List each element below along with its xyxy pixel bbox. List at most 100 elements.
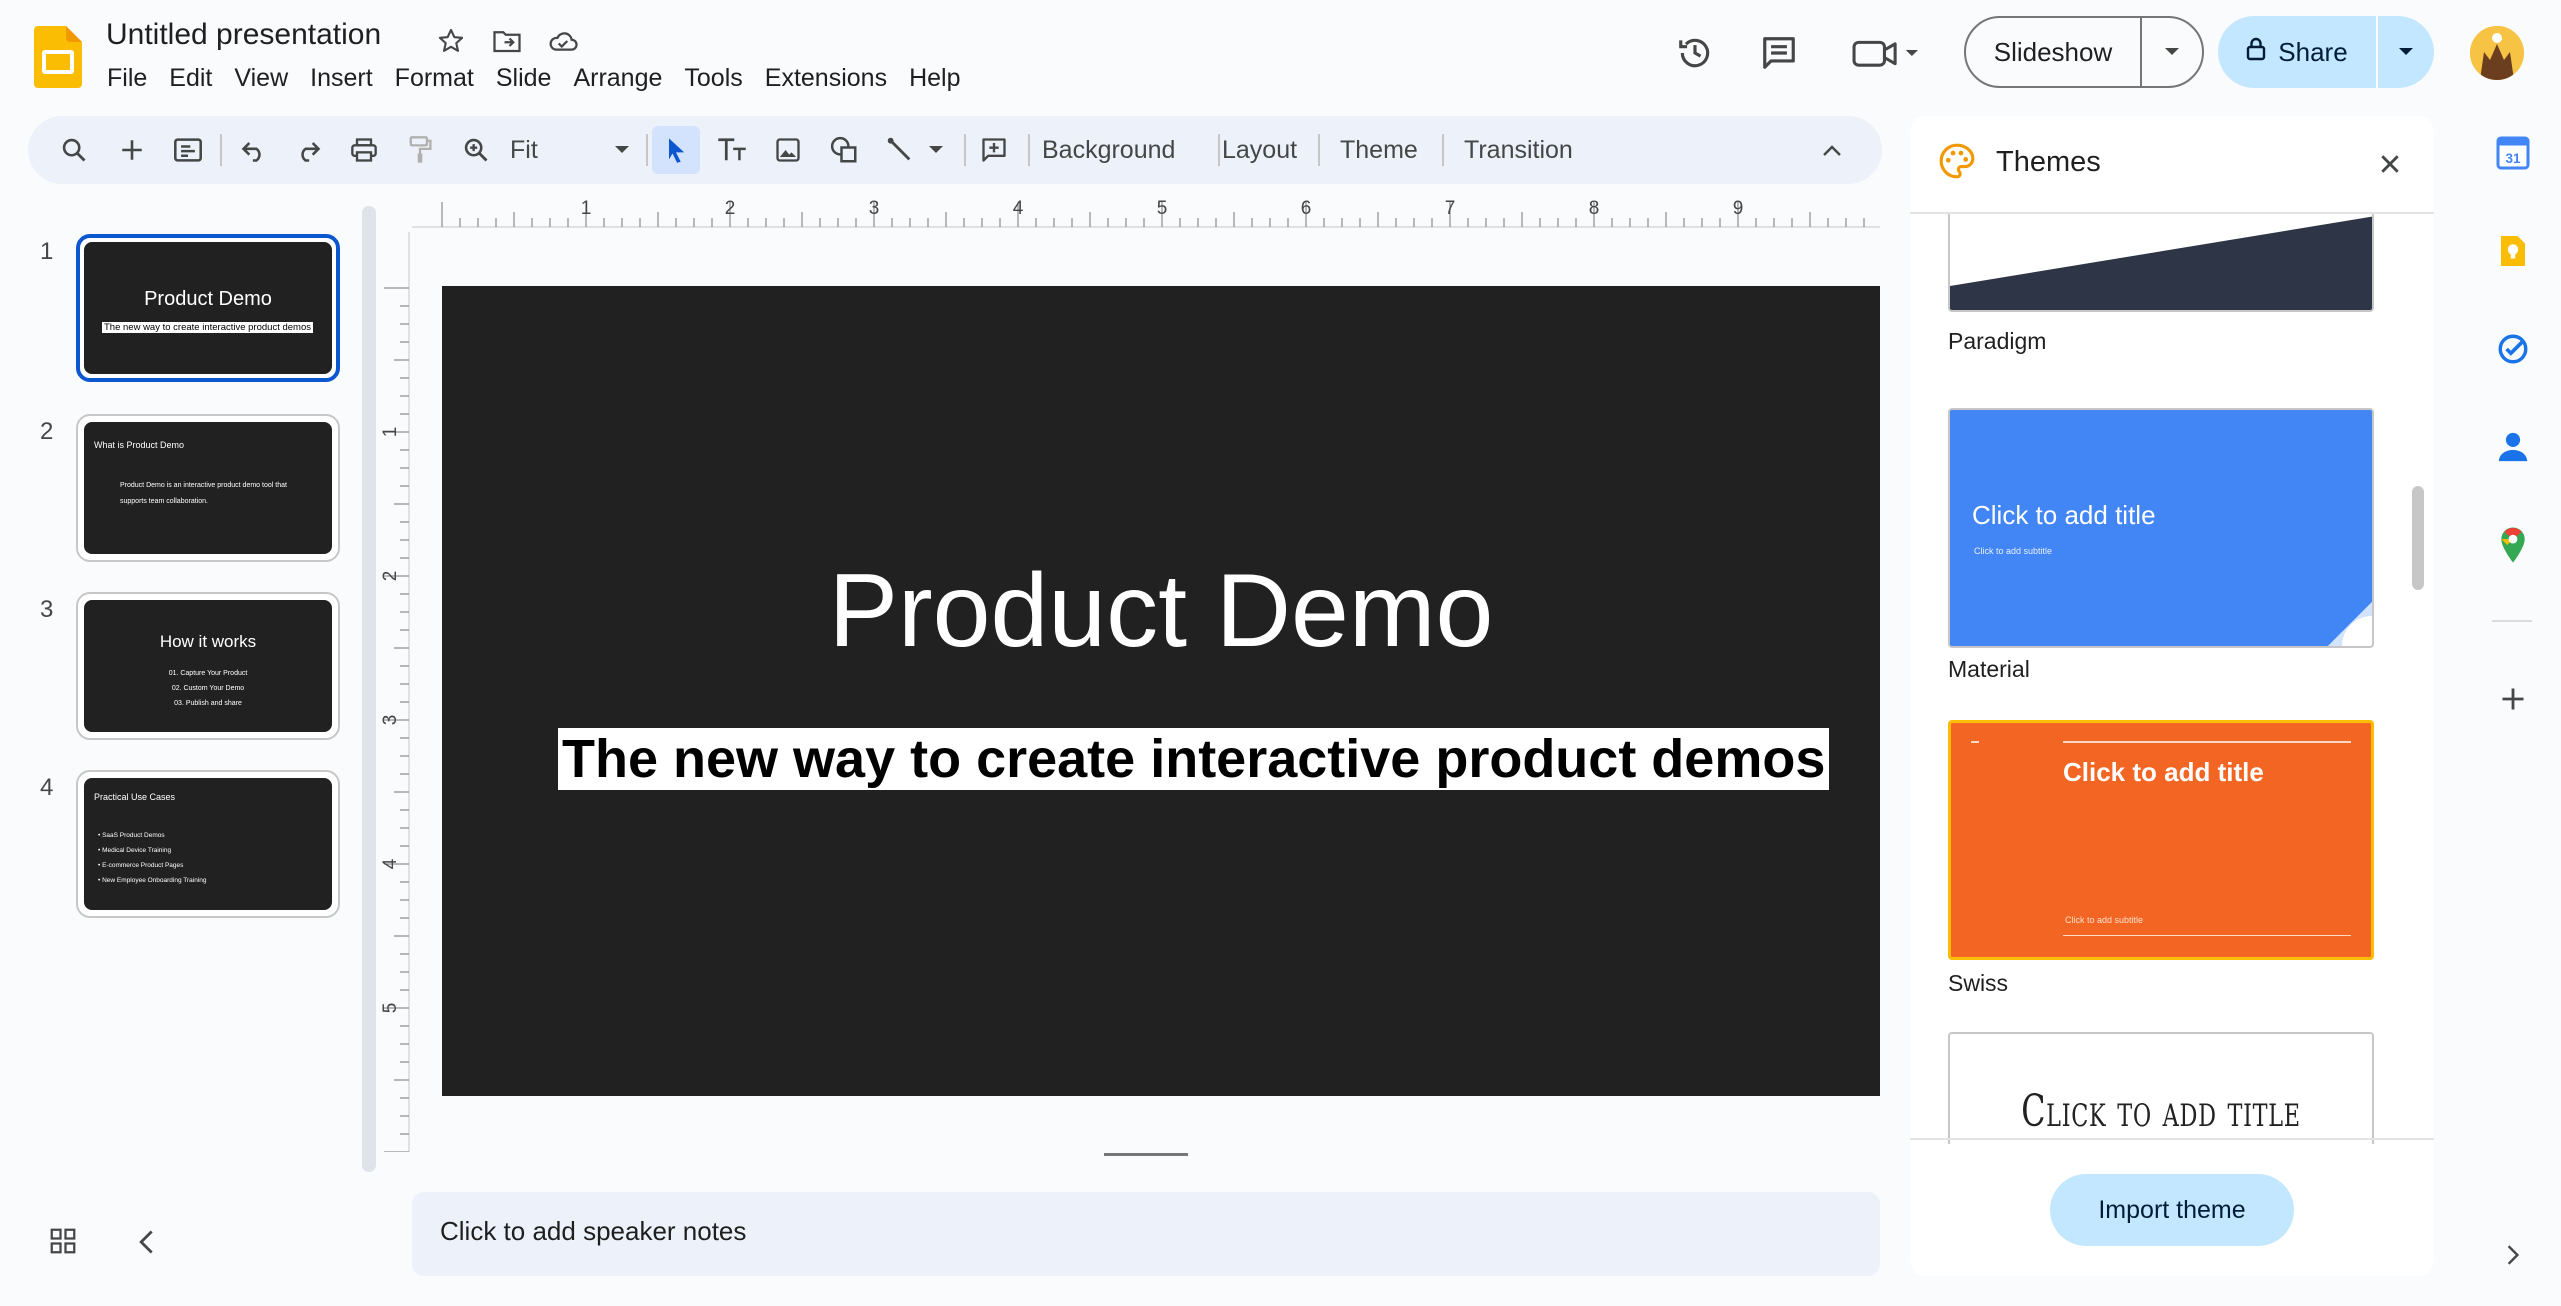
meet-call-icon[interactable] <box>1846 28 1926 78</box>
theme-card-material[interactable]: Click to add title Click to add subtitle <box>1948 408 2374 648</box>
themes-list: Paradigm Click to add title Click to add… <box>1910 214 2434 1144</box>
speaker-notes-field[interactable]: Click to add speaker notes <box>412 1192 1880 1276</box>
ruler-label: 1 <box>581 198 592 219</box>
share-label: Share <box>2278 36 2348 67</box>
theme-name: Material <box>1948 656 2030 682</box>
get-addons-plus-icon[interactable] <box>2490 676 2536 722</box>
document-title[interactable]: Untitled presentation <box>106 18 381 52</box>
notes-resize-handle[interactable] <box>1104 1153 1188 1156</box>
thumb-body: Product Demo is an interactive product d… <box>120 482 287 505</box>
theme-preview-title: Click to add title <box>2021 1086 2301 1137</box>
paint-format-icon[interactable] <box>396 126 444 174</box>
slide-number: 2 <box>40 418 54 445</box>
slide-title-text[interactable]: Product Demo <box>442 552 1880 671</box>
thumb-list-item: • SaaS Product Demos <box>98 832 165 839</box>
cloud-saved-icon[interactable] <box>546 24 580 58</box>
slideshow-button[interactable]: Slideshow <box>1966 18 2142 86</box>
slideshow-options-chevron-down-icon[interactable] <box>2142 18 2202 86</box>
slide-thumbnail-2[interactable]: What is Product Demo Product Demo is an … <box>76 414 340 562</box>
thumb-subtitle: The new way to create interactive produc… <box>102 322 313 333</box>
share-button[interactable]: Share <box>2218 16 2378 88</box>
menu-arrange[interactable]: Arrange <box>562 62 673 98</box>
undo-icon[interactable] <box>230 126 278 174</box>
transition-button[interactable]: Transition <box>1464 130 1573 170</box>
select-pointer-icon[interactable] <box>652 126 700 174</box>
toolbar-divider <box>1028 134 1030 166</box>
horizontal-ruler[interactable]: 1 2 3 4 5 6 7 8 9 <box>412 194 1880 228</box>
theme-card-swiss[interactable]: Click to add title Click to add subtitle <box>1948 720 2374 960</box>
tasks-icon[interactable] <box>2490 326 2536 372</box>
menu-slide[interactable]: Slide <box>485 62 563 98</box>
theme-name: Paradigm <box>1948 328 2047 354</box>
zoom-icon[interactable] <box>452 126 500 174</box>
slide-thumbnail-3[interactable]: How it works 01. Capture Your Product 02… <box>76 592 340 740</box>
theme-preview-subtitle: Click to add subtitle <box>2065 915 2144 925</box>
add-comment-icon[interactable] <box>970 126 1018 174</box>
palette-icon <box>1938 142 1978 182</box>
close-icon[interactable] <box>2372 146 2408 182</box>
share-options-chevron-down-icon[interactable] <box>2378 16 2434 88</box>
maps-icon[interactable] <box>2490 522 2536 568</box>
menu-tools[interactable]: Tools <box>673 62 753 98</box>
slide-subtitle-text[interactable]: The new way to create interactive produc… <box>558 728 1830 790</box>
grid-view-icon[interactable] <box>48 1226 82 1260</box>
thumb-list-item: 02. Custom Your Demo <box>171 685 245 692</box>
vertical-ruler[interactable]: 1 2 3 4 5 <box>376 232 410 1152</box>
filmstrip-scrollbar[interactable] <box>362 206 376 1172</box>
menu-insert[interactable]: Insert <box>299 62 384 98</box>
ruler-label: 3 <box>380 715 401 726</box>
move-folder-icon[interactable] <box>490 24 524 58</box>
svg-text:31: 31 <box>2505 151 2521 166</box>
menu-edit[interactable]: Edit <box>158 62 223 98</box>
account-avatar[interactable] <box>2470 26 2524 80</box>
keep-icon[interactable] <box>2490 228 2536 274</box>
menu-bar: File Edit View Insert Format Slide Arran… <box>96 62 972 98</box>
collapse-toolbar-chevron-up-icon[interactable] <box>1808 126 1856 174</box>
menu-extensions[interactable]: Extensions <box>754 62 898 98</box>
slide-layout-icon[interactable] <box>164 126 212 174</box>
background-button[interactable]: Background <box>1042 130 1175 170</box>
theme-card-next[interactable]: Click to add title <box>1948 1032 2374 1144</box>
star-icon[interactable] <box>434 24 468 58</box>
ruler-label: 4 <box>1013 198 1024 219</box>
zoom-select[interactable]: Fit <box>510 130 538 170</box>
slide-canvas[interactable]: Product Demo The new way to create inter… <box>442 286 1880 1096</box>
slide-number: 1 <box>40 238 54 265</box>
comments-icon[interactable] <box>1754 28 1804 78</box>
slide-thumbnail-1[interactable]: Product Demo The new way to create inter… <box>76 234 340 382</box>
toolbar-divider <box>220 134 222 166</box>
ruler-label: 1 <box>380 427 401 438</box>
theme-button[interactable]: Theme <box>1340 130 1418 170</box>
menu-format[interactable]: Format <box>384 62 485 98</box>
search-menus-icon[interactable] <box>50 126 98 174</box>
zoom-chevron-down-icon[interactable] <box>598 126 646 174</box>
theme-name: Swiss <box>1948 970 2009 996</box>
insert-image-icon[interactable] <box>764 126 812 174</box>
version-history-icon[interactable] <box>1670 28 1720 78</box>
collapse-filmstrip-chevron-left-icon[interactable] <box>134 1228 164 1258</box>
contacts-icon[interactable] <box>2490 424 2536 470</box>
expand-side-panel-chevron-right-icon[interactable] <box>2490 1232 2536 1278</box>
menu-view[interactable]: View <box>223 62 299 98</box>
line-chevron-down-icon[interactable] <box>912 126 960 174</box>
menu-file[interactable]: File <box>96 62 158 98</box>
thumb-list-item: • E-commerce Product Pages <box>98 862 184 869</box>
thumb-list-item: 03. Publish and share <box>174 700 242 707</box>
main-toolbar: Fit Background Layout Theme Transition <box>28 116 1882 184</box>
print-icon[interactable] <box>340 126 388 174</box>
import-theme-button[interactable]: Import theme <box>2050 1174 2294 1246</box>
calendar-icon[interactable]: 31 <box>2490 130 2536 176</box>
slide-thumbnail-4[interactable]: Practical Use Cases • SaaS Product Demos… <box>76 770 340 918</box>
layout-button[interactable]: Layout <box>1222 130 1297 170</box>
redo-icon[interactable] <box>284 126 332 174</box>
menu-help[interactable]: Help <box>898 62 971 98</box>
slides-logo-icon[interactable] <box>34 26 82 88</box>
themes-scrollbar[interactable] <box>2412 486 2424 590</box>
panel-divider <box>1910 1138 2434 1140</box>
text-box-icon[interactable] <box>708 126 756 174</box>
themes-panel-title: Themes <box>1996 146 2101 178</box>
ruler-label: 2 <box>380 571 401 582</box>
theme-card-paradigm[interactable] <box>1948 214 2374 312</box>
shape-icon[interactable] <box>820 126 868 174</box>
new-slide-plus-icon[interactable] <box>108 126 156 174</box>
